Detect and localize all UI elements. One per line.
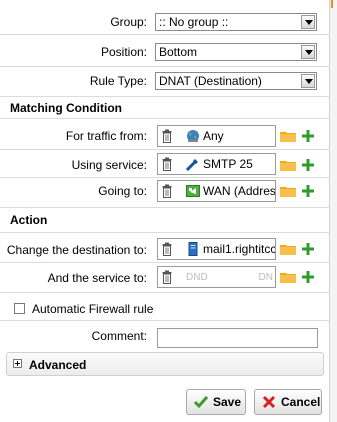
action-section-header: Action <box>0 208 329 233</box>
using-service-value: SMTP 25 <box>203 157 253 171</box>
service-icon <box>186 159 198 171</box>
folder-icon[interactable] <box>280 271 296 283</box>
save-button[interactable]: Save <box>186 389 246 415</box>
and-service-row: And the service to: DND DN <box>0 263 329 293</box>
comment-label: Comment: <box>91 329 147 343</box>
and-service-label: And the service to: <box>47 271 147 285</box>
going-to-row: Going to: WAN (Addres <box>0 178 329 208</box>
matching-section-title: Matching Condition <box>10 101 122 115</box>
position-select[interactable]: Bottom <box>155 43 317 61</box>
change-destination-row: Change the destination to: mail1.rightit… <box>0 234 329 263</box>
expand-icon[interactable] <box>13 359 22 368</box>
using-service-field[interactable]: SMTP 25 <box>157 153 276 175</box>
going-to-label: Going to: <box>98 184 147 198</box>
rule-type-select[interactable]: DNAT (Destination) <box>155 72 317 90</box>
advanced-panel-header[interactable]: Advanced <box>6 352 324 376</box>
folder-icon[interactable] <box>280 130 296 142</box>
trash-icon[interactable] <box>162 184 172 198</box>
and-service-value-left: DND <box>186 272 208 283</box>
check-icon <box>194 396 208 409</box>
cancel-label: Cancel <box>281 395 321 409</box>
action-section-title: Action <box>10 213 48 227</box>
server-icon <box>188 242 198 256</box>
advanced-label: Advanced <box>29 358 87 372</box>
add-icon[interactable] <box>302 159 314 171</box>
cancel-button[interactable]: Cancel <box>254 389 322 415</box>
add-icon[interactable] <box>302 243 314 255</box>
group-row: Group: :: No group :: <box>0 9 329 35</box>
trash-icon[interactable] <box>162 129 172 143</box>
comment-input[interactable] <box>157 328 318 348</box>
close-icon <box>262 395 276 409</box>
add-icon[interactable] <box>302 130 314 142</box>
group-select[interactable]: :: No group :: <box>155 13 317 31</box>
chevron-down-icon[interactable] <box>301 15 315 29</box>
traffic-from-row: For traffic from: Any <box>0 121 329 150</box>
trash-icon[interactable] <box>162 242 172 256</box>
rule-type-value: DNAT (Destination) <box>159 74 262 88</box>
using-service-label: Using service: <box>71 158 147 172</box>
and-service-field[interactable]: DND DN <box>157 266 276 288</box>
firewall-label: Automatic Firewall rule <box>32 302 154 316</box>
add-icon[interactable] <box>302 185 314 197</box>
position-value: Bottom <box>159 45 198 59</box>
folder-icon[interactable] <box>280 185 296 197</box>
change-destination-field[interactable]: mail1.rightitcc <box>157 238 276 260</box>
rule-type-label: Rule Type: <box>89 74 147 88</box>
group-label: Group: <box>110 15 147 29</box>
change-destination-value: mail1.rightitcc <box>203 242 276 256</box>
interface-icon <box>186 185 200 197</box>
chevron-down-icon[interactable] <box>301 74 315 88</box>
using-service-row: Using service: SMTP 25 <box>0 150 329 178</box>
traffic-from-field[interactable]: Any <box>157 125 276 147</box>
change-destination-label: Change the destination to: <box>6 243 147 257</box>
traffic-from-label: For traffic from: <box>65 129 147 143</box>
trash-icon[interactable] <box>162 157 172 171</box>
and-service-value-right: DN <box>258 272 273 283</box>
matching-section-header: Matching Condition <box>0 97 329 119</box>
position-label: Position: <box>100 45 147 59</box>
globe-icon <box>187 130 199 142</box>
save-label: Save <box>213 395 242 409</box>
rule-type-row: Rule Type: DNAT (Destination) <box>0 69 329 97</box>
group-value: :: No group :: <box>159 15 229 29</box>
traffic-from-value: Any <box>203 129 224 143</box>
trash-icon[interactable] <box>162 270 172 284</box>
going-to-value: WAN (Addres <box>203 184 276 198</box>
window-edge-accent <box>331 0 333 8</box>
firewall-checkbox[interactable] <box>14 303 25 314</box>
folder-icon[interactable] <box>280 243 296 255</box>
going-to-field[interactable]: WAN (Addres <box>157 180 276 202</box>
position-row: Position: Bottom <box>0 40 329 67</box>
window-right-edge <box>329 0 337 422</box>
chevron-down-icon[interactable] <box>301 45 315 59</box>
folder-icon[interactable] <box>280 159 296 171</box>
add-icon[interactable] <box>302 271 314 283</box>
firewall-row: Automatic Firewall rule <box>0 294 329 321</box>
comment-row: Comment: <box>0 321 329 351</box>
